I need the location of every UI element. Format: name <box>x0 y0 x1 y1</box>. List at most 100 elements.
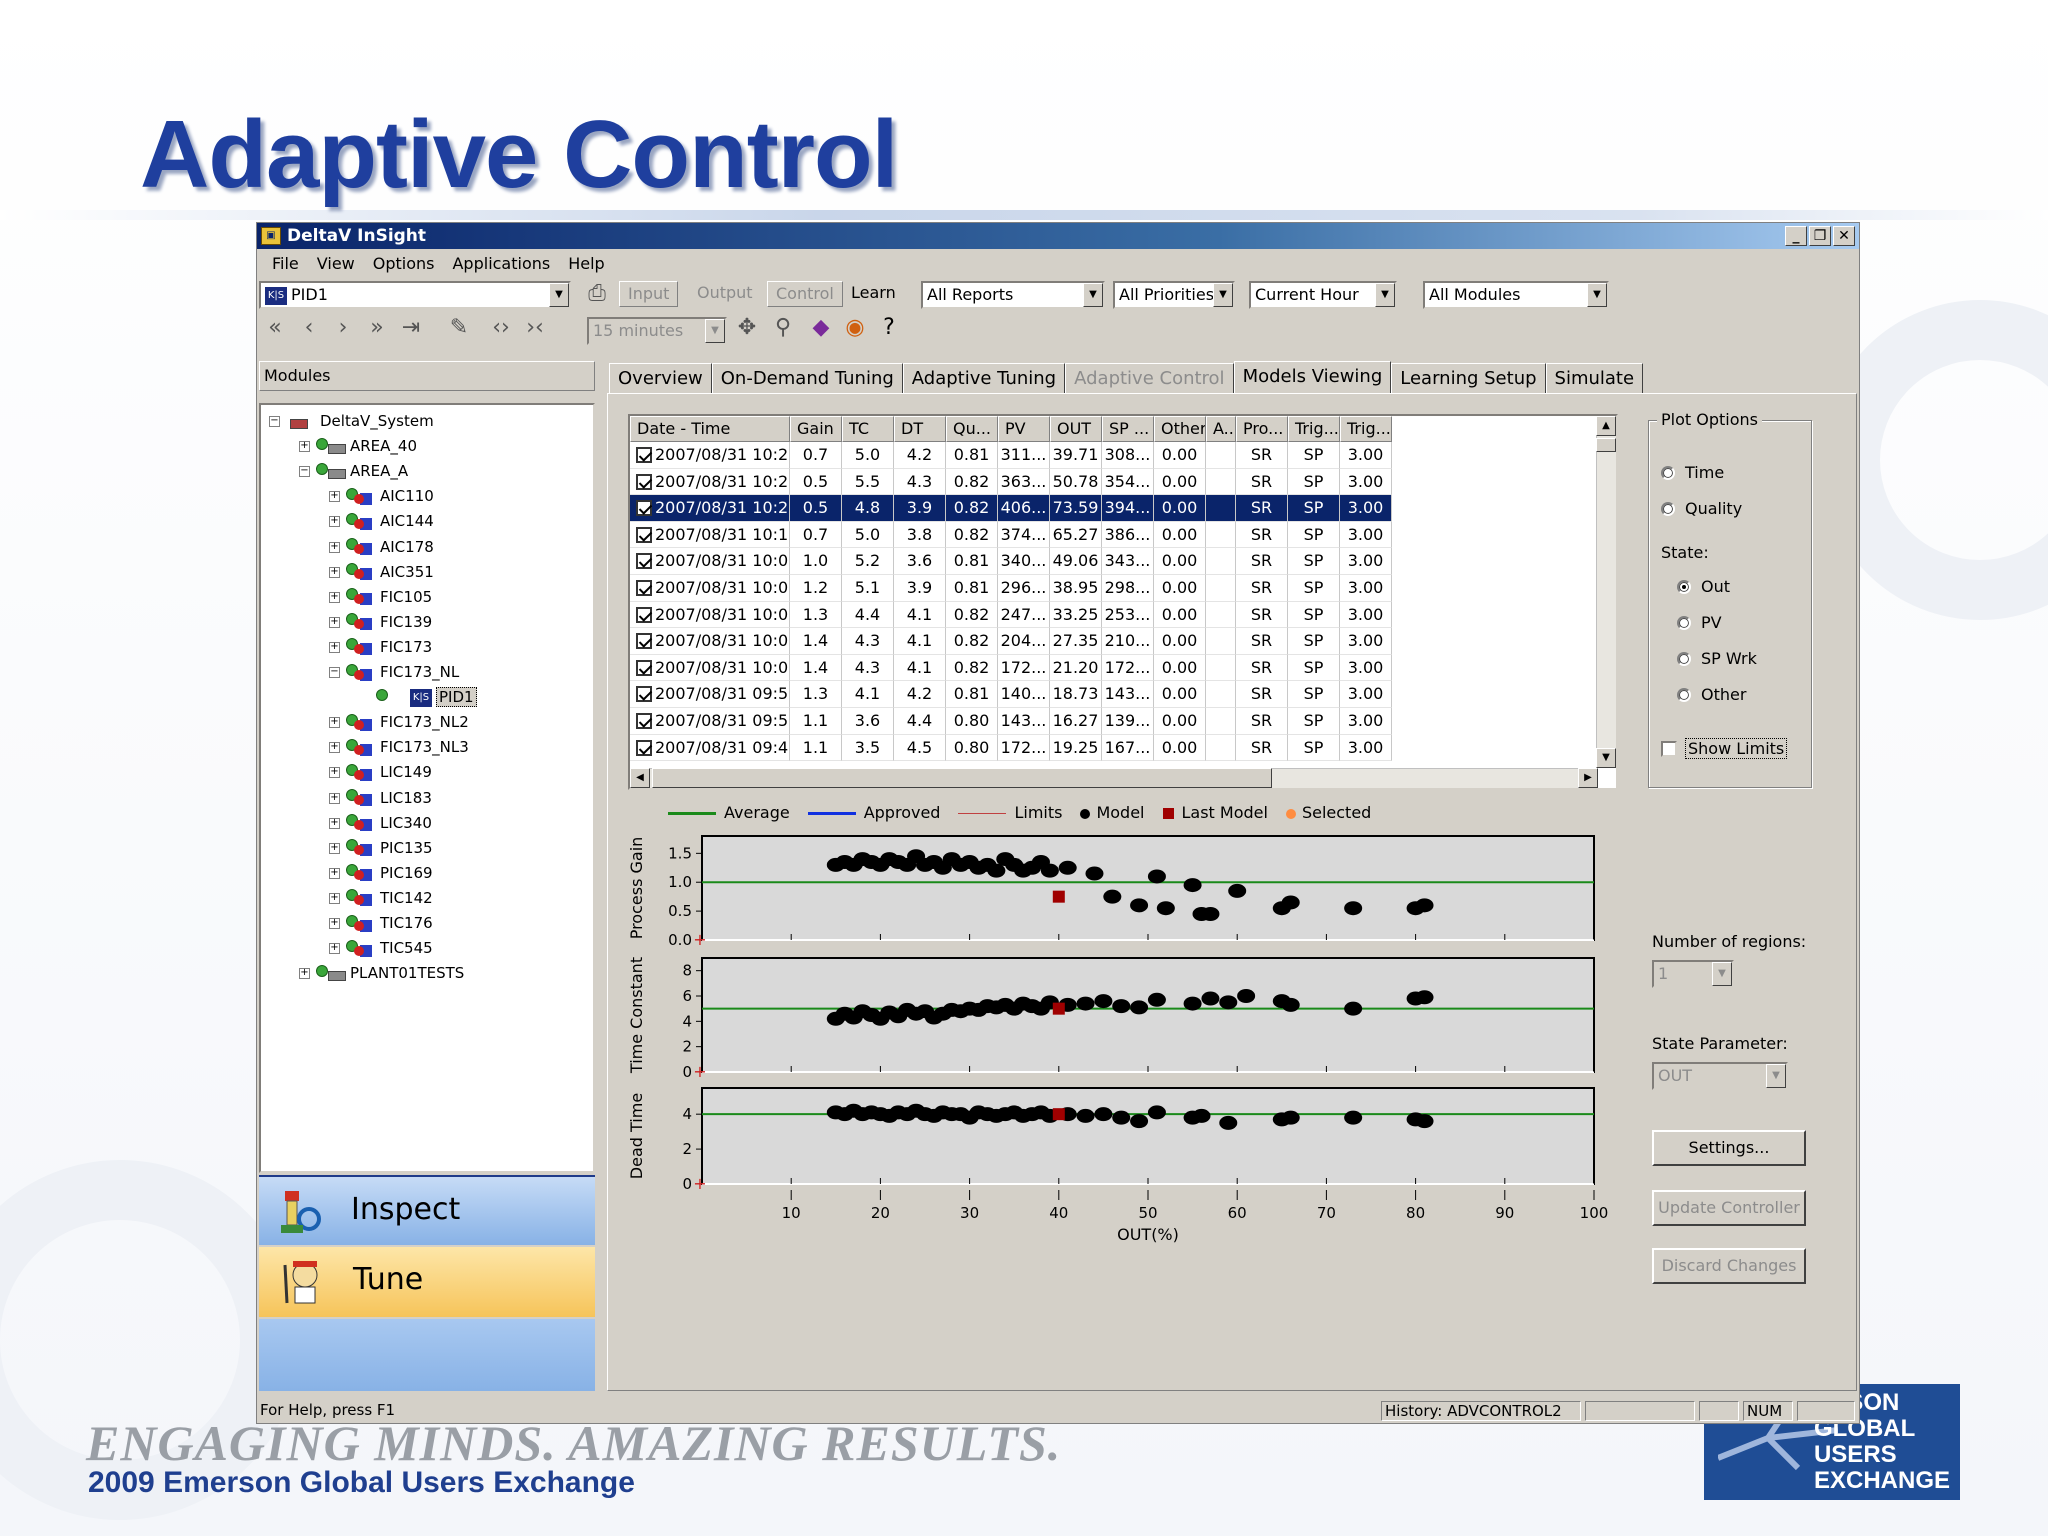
last-page-icon[interactable]: ⇥ <box>397 315 425 343</box>
state-out-radio[interactable]: Out <box>1677 577 1730 597</box>
tree-expander-icon[interactable]: − <box>299 466 310 478</box>
time-radio[interactable]: Time <box>1661 463 1724 483</box>
table-row[interactable]: 2007/08/31 10:27:290.55.54.30.82363...50… <box>630 468 1392 496</box>
modules-filter-select[interactable]: All Modules ▼ <box>1423 281 1609 309</box>
tree-item[interactable]: + AIC110 <box>329 484 434 508</box>
tree-expander-icon[interactable]: + <box>329 566 340 578</box>
tree-expander-icon[interactable]: + <box>329 616 340 628</box>
table-row[interactable]: 2007/08/31 10:05:341.34.44.10.82247...33… <box>630 601 1392 629</box>
grid-column-header[interactable]: Pro... <box>1236 416 1288 442</box>
close-button[interactable]: ✕ <box>1833 226 1855 246</box>
tree-item[interactable]: + FIC173 <box>329 635 432 659</box>
scroll-right-icon[interactable]: ▶ <box>1578 768 1598 788</box>
horizontal-scroll-thumb[interactable] <box>652 768 1272 788</box>
window-titlebar[interactable]: ▣ DeltaV InSight _ ❐ ✕ <box>257 223 1859 249</box>
quality-radio[interactable]: Quality <box>1661 499 1742 519</box>
tab-models-viewing[interactable]: Models Viewing <box>1233 361 1392 393</box>
scroll-up-icon[interactable]: ▲ <box>1596 416 1616 436</box>
tree-item[interactable]: − DeltaV_System <box>269 409 434 433</box>
tree-expander-icon[interactable]: + <box>329 918 340 929</box>
tree-item[interactable]: − FIC173_NL <box>329 660 459 684</box>
menu-help[interactable]: Help <box>559 251 613 277</box>
tree-expander-icon[interactable]: + <box>329 717 340 729</box>
tree-expander-icon[interactable]: + <box>299 968 310 980</box>
row-checkbox-icon[interactable] <box>636 686 652 703</box>
menu-view[interactable]: View <box>308 251 364 277</box>
vertical-scroll-thumb[interactable] <box>1596 438 1616 452</box>
print-icon[interactable]: ⎙ <box>583 281 611 309</box>
tree-item[interactable]: + FIC105 <box>329 585 432 609</box>
tab-adaptive-control[interactable]: Adaptive Control <box>1065 363 1234 393</box>
control-button[interactable]: Control <box>767 281 843 307</box>
tab-overview[interactable]: Overview <box>609 363 712 393</box>
row-checkbox-icon[interactable] <box>636 633 652 650</box>
tree-item[interactable]: + PIC135 <box>329 836 433 860</box>
table-row[interactable]: 2007/08/31 09:51:341.13.64.40.80143...16… <box>630 708 1392 735</box>
table-row[interactable]: 2007/08/31 10:01:291.44.34.10.82172...21… <box>630 654 1392 682</box>
chevron-down-icon[interactable]: ▼ <box>1375 283 1395 307</box>
state-other-radio[interactable]: Other <box>1677 685 1746 705</box>
collapse-icon[interactable]: ›‹ <box>521 315 549 343</box>
table-row[interactable]: 2007/08/31 09:59:341.34.14.20.81140...18… <box>630 681 1392 708</box>
tree-expander-icon[interactable]: + <box>329 842 340 854</box>
tree-item[interactable]: + AREA_40 <box>299 434 417 458</box>
tab-adaptive-tuning[interactable]: Adaptive Tuning <box>902 363 1066 393</box>
settings-button[interactable]: Settings... <box>1652 1130 1806 1166</box>
menu-applications[interactable]: Applications <box>443 251 559 277</box>
grid-column-header[interactable]: OUT <box>1050 416 1102 442</box>
tree-item[interactable]: + TIC176 <box>329 911 433 935</box>
table-row[interactable]: 2007/08/31 10:29:290.75.04.20.81311...39… <box>630 442 1392 469</box>
chevron-down-icon[interactable]: ▼ <box>549 283 569 307</box>
table-row[interactable]: 2007/08/31 10:07:341.25.13.90.81296...38… <box>630 575 1392 602</box>
tab-on-demand-tuning[interactable]: On-Demand Tuning <box>711 363 903 393</box>
table-row[interactable]: 2007/08/31 10:09:341.05.23.60.81340...49… <box>630 548 1392 575</box>
tree-item[interactable]: + PLANT01TESTS <box>299 961 464 985</box>
grid-column-header[interactable]: PV <box>998 416 1050 442</box>
next-icon[interactable]: › <box>329 315 357 343</box>
row-checkbox-icon[interactable] <box>636 500 652 517</box>
row-checkbox-icon[interactable] <box>636 713 652 729</box>
row-checkbox-icon[interactable] <box>636 739 652 756</box>
tab-learning-setup[interactable]: Learning Setup <box>1391 363 1546 393</box>
tree-expander-icon[interactable]: + <box>329 792 340 804</box>
row-checkbox-icon[interactable] <box>636 580 652 596</box>
chevron-down-icon[interactable]: ▼ <box>705 319 725 343</box>
tree-item[interactable]: + PIC169 <box>329 861 433 885</box>
tree-expander-icon[interactable]: + <box>329 641 340 653</box>
fast-forward-icon[interactable]: » <box>363 315 391 343</box>
tree-item[interactable]: K|S PID1 <box>359 685 477 709</box>
tree-item[interactable]: + AIC351 <box>329 560 434 584</box>
tree-item[interactable]: + FIC173_NL3 <box>329 735 469 759</box>
table-row[interactable]: 2007/08/31 09:49:341.13.54.50.80172...19… <box>630 734 1392 762</box>
chevron-down-icon[interactable]: ▼ <box>1083 283 1103 307</box>
chevron-down-icon[interactable]: ▼ <box>1213 283 1233 307</box>
tree-expander-icon[interactable]: + <box>299 441 310 453</box>
menu-options[interactable]: Options <box>364 251 444 277</box>
table-row[interactable]: 2007/08/31 10:03:341.44.34.10.82204...27… <box>630 628 1392 655</box>
edit-icon[interactable]: ✎ <box>445 315 473 343</box>
row-checkbox-icon[interactable] <box>636 606 652 623</box>
tree-item[interactable]: + LIC183 <box>329 786 432 810</box>
table-row[interactable]: 2007/08/31 10:11:290.75.03.80.82374...65… <box>630 521 1392 549</box>
restore-button[interactable]: ❐ <box>1809 226 1831 246</box>
state-parameter-select[interactable]: OUT ▼ <box>1652 1062 1788 1090</box>
regions-select[interactable]: 1 ▼ <box>1652 960 1734 988</box>
grid-column-header[interactable]: Other <box>1154 416 1206 442</box>
learn-button[interactable]: Learn <box>843 281 904 307</box>
crosshair-icon[interactable]: ✥ <box>733 315 761 343</box>
tree-expander-icon[interactable]: + <box>329 742 340 754</box>
row-checkbox-icon[interactable] <box>636 526 652 543</box>
tree-item[interactable]: + FIC173_NL2 <box>329 710 469 734</box>
row-checkbox-icon[interactable] <box>636 553 652 570</box>
grid-vertical-scrollbar[interactable]: ▲ ▼ <box>1596 416 1616 768</box>
chevron-down-icon[interactable]: ▼ <box>1587 283 1607 307</box>
context-help-icon[interactable]: ? <box>875 315 903 343</box>
minimize-button[interactable]: _ <box>1785 226 1807 246</box>
grid-column-header[interactable]: Date - Time <box>630 416 790 442</box>
tree-item[interactable]: + TIC142 <box>329 886 433 910</box>
reports-select[interactable]: All Reports ▼ <box>921 281 1105 309</box>
first-page-icon[interactable]: « <box>261 315 289 343</box>
tree-expander-icon[interactable]: + <box>329 767 340 779</box>
tree-expander-icon[interactable]: − <box>269 416 280 427</box>
tune-icon[interactable]: ⚲ <box>769 315 797 343</box>
